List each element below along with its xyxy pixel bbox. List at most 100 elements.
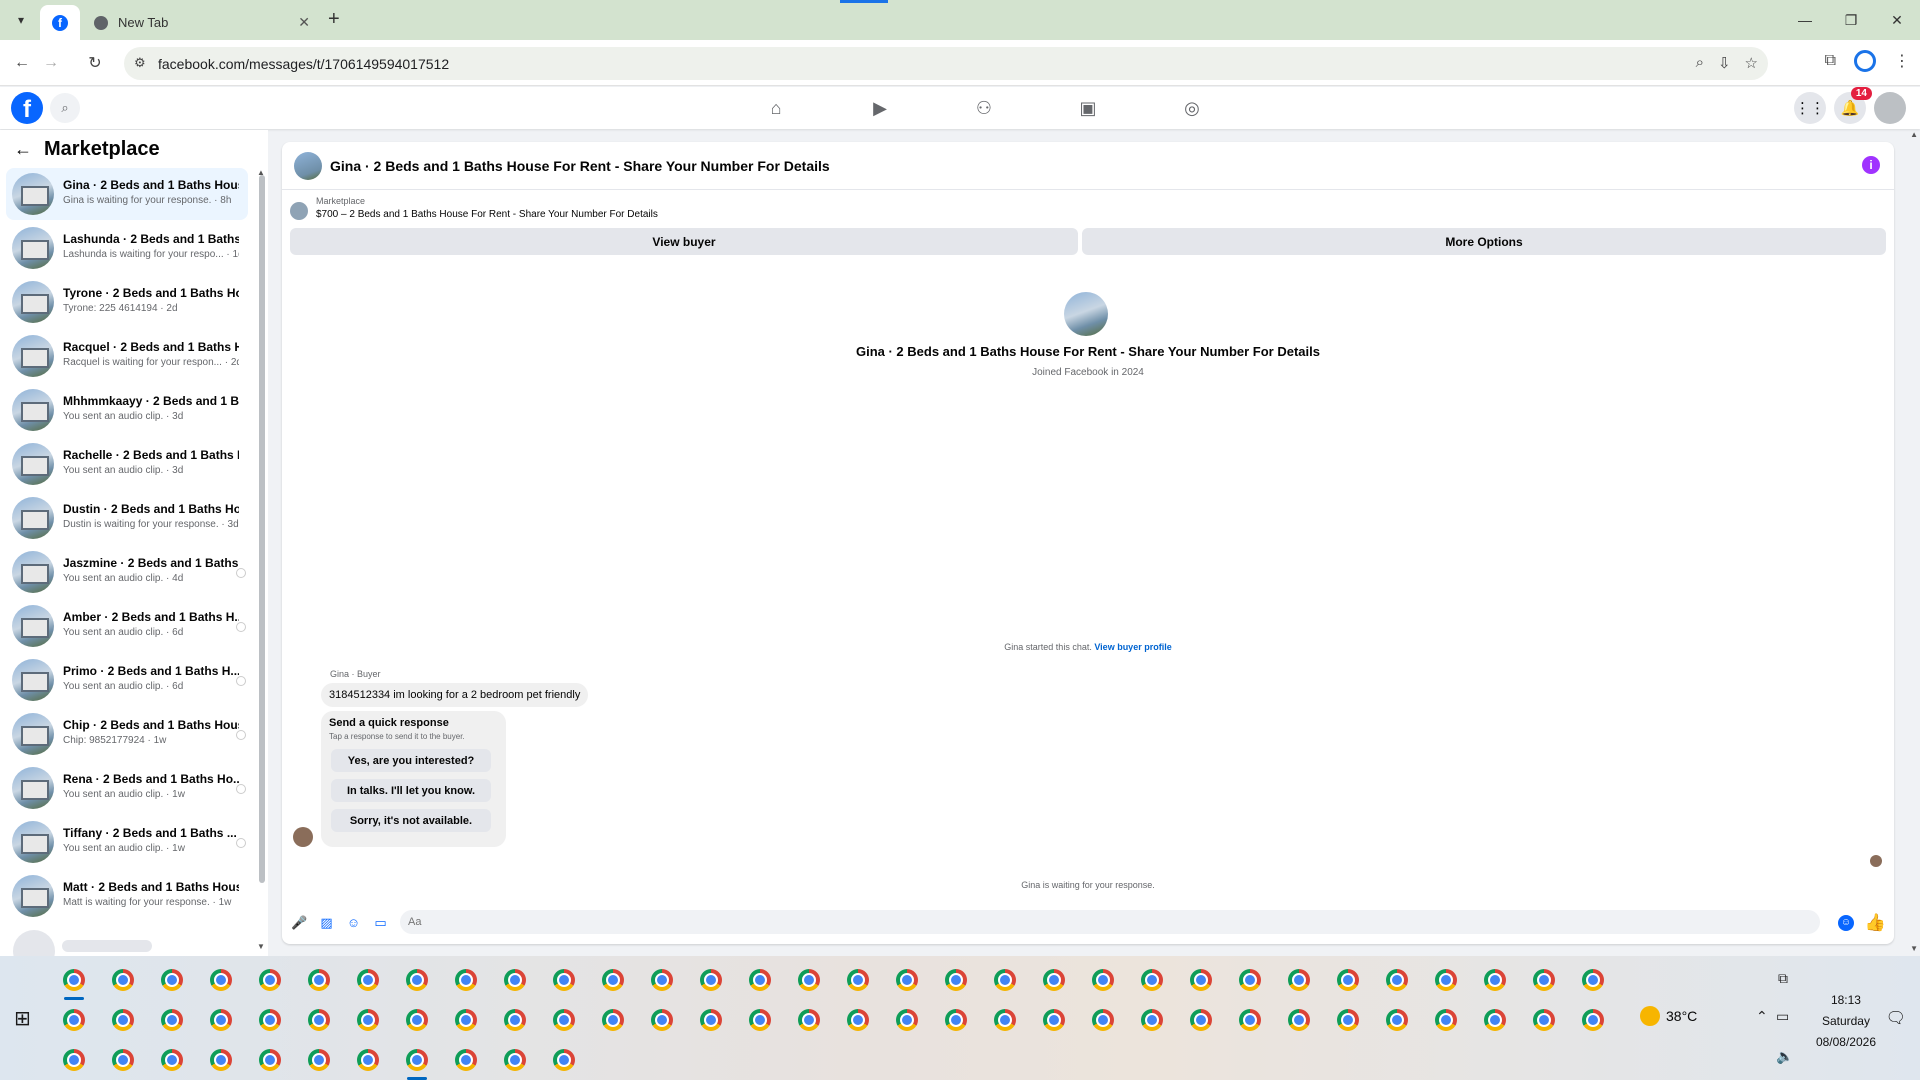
conversation-item[interactable]: Gina · 2 Beds and 1 Baths Hous... Gina is…	[6, 168, 248, 220]
taskbar-chrome-app[interactable]	[840, 1002, 876, 1038]
chrome-menu-icon[interactable]: ⋮	[1894, 51, 1910, 71]
url-text[interactable]: facebook.com/messages/t/1706149594017512	[158, 56, 449, 72]
taskbar-chrome-app[interactable]	[693, 1002, 729, 1038]
taskbar-chrome-app[interactable]	[301, 962, 337, 998]
taskbar-chrome-app[interactable]	[350, 1002, 386, 1038]
taskbar-chrome-app[interactable]	[840, 962, 876, 998]
search-icon[interactable]: ⌕	[50, 93, 80, 123]
conversation-item[interactable]: Lashunda · 2 Beds and 1 Baths ... Lashund…	[6, 222, 248, 274]
install-app-icon[interactable]: ⇩	[1718, 54, 1731, 72]
more-options-button[interactable]: More Options	[1082, 228, 1886, 255]
taskbar-chrome-app[interactable]	[105, 962, 141, 998]
taskbar-chrome-app[interactable]	[987, 1002, 1023, 1038]
taskbar-chrome-app[interactable]	[399, 1002, 435, 1038]
taskbar-chrome-app[interactable]	[399, 962, 435, 998]
taskbar-chrome-app[interactable]	[1281, 962, 1317, 998]
menu-grid-icon[interactable]: ⋮⋮	[1794, 92, 1826, 124]
tab-new-tab[interactable]: New Tab ✕	[84, 5, 320, 40]
groups-icon[interactable]: ◎	[1140, 87, 1244, 129]
taskbar-chrome-app[interactable]	[889, 1002, 925, 1038]
listing-avatar[interactable]	[1064, 292, 1108, 336]
taskbar-chrome-app[interactable]	[1575, 1002, 1611, 1038]
taskbar-chrome-app[interactable]	[1428, 962, 1464, 998]
taskbar-chrome-app[interactable]	[1526, 1002, 1562, 1038]
taskbar-chrome-app[interactable]	[154, 962, 190, 998]
tab-facebook[interactable]: f	[40, 5, 80, 40]
taskbar-chrome-app[interactable]	[1428, 1002, 1464, 1038]
video-icon[interactable]: ▶	[828, 87, 932, 129]
taskbar-chrome-app[interactable]	[1379, 962, 1415, 998]
conversation-item[interactable]: Primo · 2 Beds and 1 Baths H... You sent …	[6, 654, 248, 706]
emoji-icon[interactable]: ☺	[1838, 915, 1854, 931]
conversation-item[interactable]: Amber · 2 Beds and 1 Baths H... You sent …	[6, 600, 248, 652]
info-icon[interactable]: i	[1862, 156, 1880, 174]
taskbar-chrome-app[interactable]	[56, 1002, 92, 1038]
taskbar-chrome-app[interactable]	[1330, 1002, 1366, 1038]
reload-icon[interactable]: ↻	[84, 52, 106, 74]
conversation-item[interactable]: Jaszmine · 2 Beds and 1 Baths... You sent…	[6, 546, 248, 598]
taskbar-chrome-app[interactable]	[1085, 962, 1121, 998]
taskbar-chrome-app[interactable]	[448, 1002, 484, 1038]
notification-center-icon[interactable]: 🗨	[1886, 1008, 1906, 1028]
taskbar-chrome-app[interactable]	[1232, 962, 1268, 998]
taskbar-chrome-app[interactable]	[742, 962, 778, 998]
taskbar-chrome-app[interactable]	[301, 1002, 337, 1038]
taskbar-chrome-app[interactable]	[497, 962, 533, 998]
taskbar-chrome-app[interactable]	[252, 1002, 288, 1038]
taskbar-chrome-app[interactable]	[203, 1042, 239, 1078]
taskbar-chrome-app[interactable]	[350, 1042, 386, 1078]
back-arrow-icon[interactable]: ←	[14, 139, 32, 160]
home-icon[interactable]: ⌂	[724, 87, 828, 129]
page-scroll-down-icon[interactable]: ▼	[1910, 944, 1918, 953]
close-tab-icon[interactable]: ✕	[298, 14, 310, 31]
taskbar-chrome-app[interactable]	[105, 1042, 141, 1078]
taskbar-chrome-app[interactable]	[154, 1042, 190, 1078]
quick-response-in-talks[interactable]: In talks. I'll let you know.	[331, 779, 491, 802]
microphone-icon[interactable]: 🎤	[291, 914, 308, 931]
taskbar-chrome-app[interactable]	[987, 962, 1023, 998]
taskbar-chrome-app[interactable]	[448, 1042, 484, 1078]
taskbar-chrome-app[interactable]	[1232, 1002, 1268, 1038]
taskbar-chrome-app[interactable]	[105, 1002, 141, 1038]
gif-icon[interactable]: ▭	[372, 914, 389, 931]
volume-icon[interactable]: 🔈	[1776, 1048, 1793, 1065]
bookmark-star-icon[interactable]: ☆	[1745, 54, 1758, 72]
message-input[interactable]	[400, 910, 1820, 934]
taskbar-chrome-app[interactable]	[448, 962, 484, 998]
conversation-item[interactable]: Rena · 2 Beds and 1 Baths Ho... You sent …	[6, 762, 248, 814]
restore-button[interactable]: ❐	[1828, 0, 1874, 40]
site-info-icon[interactable]: ⚙	[134, 55, 146, 71]
taskbar-chrome-app[interactable]	[252, 962, 288, 998]
taskbar-chrome-app[interactable]	[595, 1002, 631, 1038]
taskbar-chrome-app[interactable]	[938, 962, 974, 998]
taskbar-chrome-app[interactable]	[546, 1042, 582, 1078]
taskbar-chrome-app[interactable]	[546, 962, 582, 998]
taskbar-chrome-app[interactable]	[497, 1042, 533, 1078]
buyer-avatar[interactable]	[293, 827, 313, 847]
taskbar-chrome-app[interactable]	[252, 1042, 288, 1078]
taskbar-chrome-app[interactable]	[938, 1002, 974, 1038]
taskbar-chrome-app[interactable]	[693, 962, 729, 998]
taskbar-chrome-app[interactable]	[1183, 1002, 1219, 1038]
windows-start-icon[interactable]: ⊞	[14, 1006, 31, 1031]
message-bubble[interactable]: 3184512334 im looking for a 2 bedroom pe…	[321, 683, 589, 707]
taskbar-chrome-app[interactable]	[1575, 962, 1611, 998]
taskbar-chrome-app[interactable]	[1134, 1002, 1170, 1038]
taskbar-chrome-app[interactable]	[154, 1002, 190, 1038]
forward-icon[interactable]: →	[40, 52, 62, 74]
taskbar-chrome-app[interactable]	[301, 1042, 337, 1078]
taskbar-chrome-app[interactable]	[644, 962, 680, 998]
conversation-item[interactable]: Chip · 2 Beds and 1 Baths Hous... Chip: 9…	[6, 708, 248, 760]
taskbar-chrome-app[interactable]	[742, 1002, 778, 1038]
chat-title[interactable]: Gina · 2 Beds and 1 Baths House For Rent…	[330, 158, 830, 174]
page-scroll-up-icon[interactable]: ▲	[1910, 130, 1918, 139]
quick-response-not-available[interactable]: Sorry, it's not available.	[331, 809, 491, 832]
clock[interactable]: 18:13 Saturday 08/08/2026	[1816, 990, 1876, 1053]
tab-search-chevron-icon[interactable]: ▾	[10, 9, 32, 31]
account-avatar[interactable]	[1874, 92, 1906, 124]
taskbar-chrome-app[interactable]	[1036, 962, 1072, 998]
sticker-icon[interactable]: ☺	[345, 914, 362, 931]
taskbar-chrome-app[interactable]	[56, 1042, 92, 1078]
taskbar-chrome-app[interactable]	[1477, 962, 1513, 998]
conversation-item[interactable]: Rachelle · 2 Beds and 1 Baths H... You se…	[6, 438, 248, 490]
